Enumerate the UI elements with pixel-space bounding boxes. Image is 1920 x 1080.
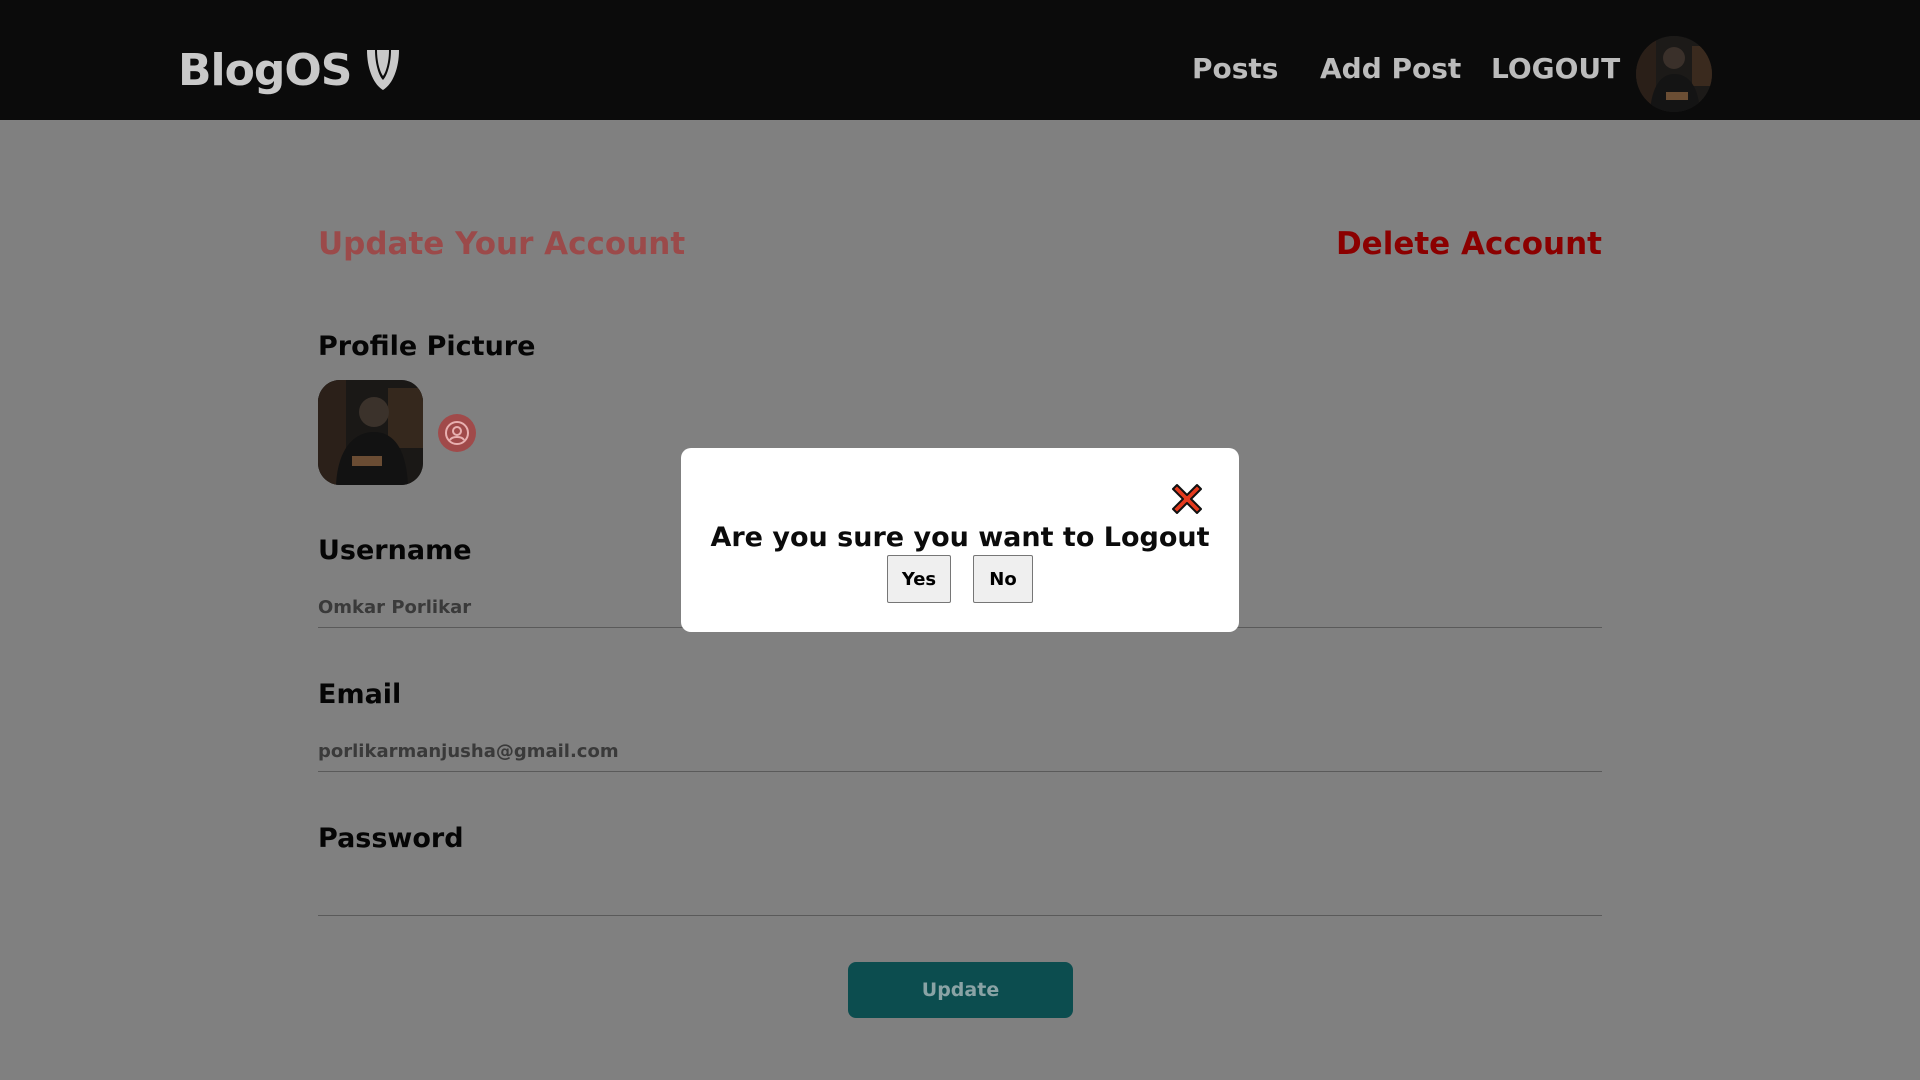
password-label: Password [318, 823, 464, 854]
page-title: Update Your Account [318, 226, 686, 262]
yes-button[interactable]: Yes [887, 555, 951, 603]
update-button[interactable]: Update [848, 962, 1073, 1018]
user-circle-icon [445, 421, 469, 445]
avatar[interactable] [1636, 36, 1712, 112]
no-button[interactable]: No [973, 555, 1033, 603]
profile-photo [318, 380, 423, 485]
profile-picture-label: Profile Picture [318, 331, 536, 362]
nav-link-add-post[interactable]: Add Post [1320, 52, 1461, 85]
change-picture-button[interactable] [438, 414, 476, 452]
password-field[interactable] [318, 876, 1602, 916]
modal-message: Are you sure you want to Logout [710, 522, 1210, 553]
avatar-photo [1636, 36, 1712, 112]
top-navbar: BlogOS Posts Add Post LOGOUT [0, 0, 1920, 120]
brand-logo[interactable]: BlogOS [178, 40, 403, 100]
close-icon[interactable] [1169, 481, 1205, 517]
profile-picture [318, 380, 423, 485]
shield-icon [367, 50, 400, 90]
email-label: Email [318, 679, 402, 710]
brand-name: BlogOS [178, 44, 352, 96]
nav-link-posts[interactable]: Posts [1192, 52, 1278, 85]
nav-link-logout[interactable]: LOGOUT [1491, 52, 1620, 85]
logout-confirm-modal: Are you sure you want to Logout Yes No [681, 448, 1239, 632]
email-field[interactable] [318, 732, 1602, 772]
delete-account-link[interactable]: Delete Account [1336, 226, 1602, 262]
username-label: Username [318, 535, 472, 566]
